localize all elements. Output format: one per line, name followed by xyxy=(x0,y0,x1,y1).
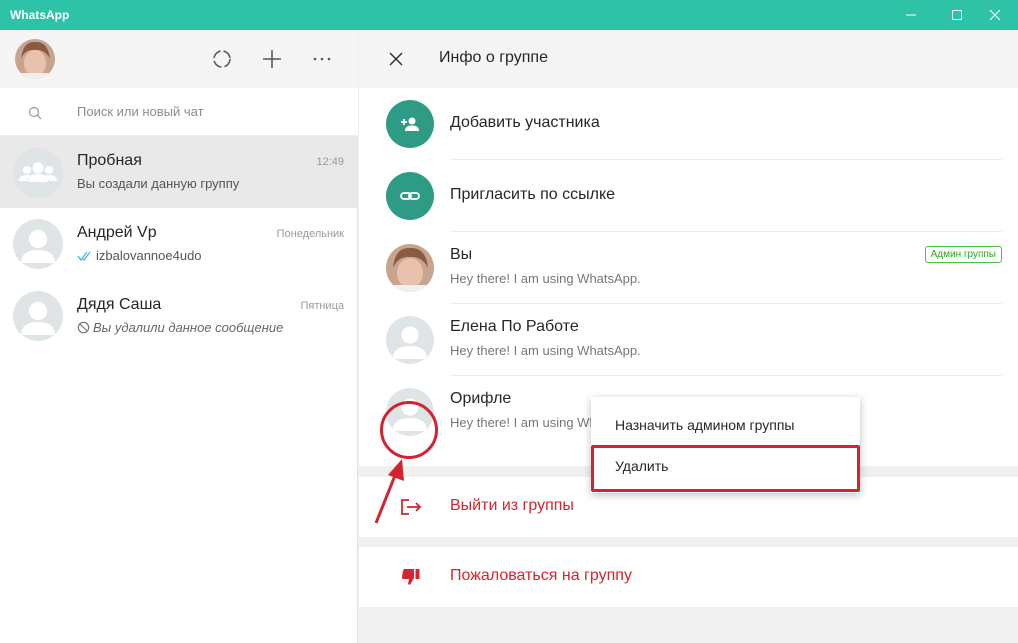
minimize-button[interactable] xyxy=(888,0,934,30)
add-person-icon-circle xyxy=(386,100,434,148)
search-icon xyxy=(28,106,42,120)
member-avatar xyxy=(386,316,434,364)
status-icon xyxy=(213,50,231,68)
close-info-button[interactable] xyxy=(381,44,411,74)
close-window-icon xyxy=(989,9,1001,21)
contact-avatar xyxy=(13,291,63,341)
menu-button[interactable] xyxy=(307,44,337,74)
invite-link-button[interactable]: Пригласить по ссылке xyxy=(359,160,1018,232)
group-info-header: Инфо о группе xyxy=(359,30,1018,88)
thumbs-down-icon xyxy=(402,569,420,585)
chat-name: Дядя Саша xyxy=(77,296,162,313)
member-name: Вы xyxy=(450,246,473,263)
chat-last-message-text: Вы создали данную группу xyxy=(77,176,240,191)
profile-photo-icon xyxy=(15,39,55,79)
member-avatar xyxy=(386,244,434,292)
group-avatar xyxy=(13,148,63,198)
window-title: WhatsApp xyxy=(10,8,70,22)
chat-name: Пробная xyxy=(77,152,142,169)
make-admin-menu-item[interactable]: Назначить админом группы xyxy=(591,405,860,445)
window-titlebar: WhatsApp xyxy=(0,0,1018,30)
chat-last-message: Вы удалили данное сообщение xyxy=(77,320,283,335)
contact-avatar xyxy=(13,219,63,269)
annotation-highlight-box xyxy=(591,445,860,492)
report-group-button[interactable]: Пожаловаться на группу xyxy=(359,547,1018,607)
my-avatar[interactable] xyxy=(15,39,55,79)
report-icon-wrapper xyxy=(399,565,423,589)
group-info-title: Инфо о группе xyxy=(439,49,548,66)
chat-time: Пятница xyxy=(300,300,344,312)
close-icon xyxy=(389,52,403,66)
add-participant-label: Добавить участника xyxy=(450,114,600,131)
member-name: Елена По Работе xyxy=(450,318,579,335)
report-group-label: Пожаловаться на группу xyxy=(450,567,632,584)
chat-time: 12:49 xyxy=(316,156,344,168)
chat-last-message-text: Вы удалили данное сообщение xyxy=(93,320,284,335)
chat-name: Андрей Vp xyxy=(77,224,157,241)
chat-time: Понедельник xyxy=(276,228,344,240)
more-icon xyxy=(313,57,331,61)
double-check-icon xyxy=(77,251,91,261)
chat-last-message: Вы создали данную группу xyxy=(77,176,239,191)
annotation-arrow-icon xyxy=(374,459,404,524)
minimize-icon xyxy=(906,14,916,16)
member-name: Орифле xyxy=(450,390,512,407)
chat-item-andrey[interactable]: Андрей Vp Понедельник izbalovannoe4udo xyxy=(0,208,358,280)
exit-group-label: Выйти из группы xyxy=(450,497,574,514)
invite-link-label: Пригласить по ссылке xyxy=(450,186,616,203)
link-icon-circle xyxy=(386,172,434,220)
member-status: Hey there! I am using WhatsApp. xyxy=(450,271,641,286)
close-window-button[interactable] xyxy=(972,0,1018,30)
chat-list-header xyxy=(0,30,358,88)
group-icon xyxy=(19,162,57,182)
deleted-icon xyxy=(77,321,90,334)
profile-photo-icon xyxy=(386,244,434,292)
search-input[interactable]: Поиск или новый чат xyxy=(77,104,204,119)
chat-last-message-text: izbalovannoe4udo xyxy=(96,248,202,263)
chat-last-message: izbalovannoe4udo xyxy=(77,248,202,263)
add-participant-button[interactable]: Добавить участника xyxy=(359,88,1018,160)
new-chat-button[interactable] xyxy=(257,44,287,74)
member-row-you[interactable]: Вы Hey there! I am using WhatsApp. Админ… xyxy=(359,232,1018,304)
status-button[interactable] xyxy=(207,44,237,74)
chat-item-dyadya-sasha[interactable]: Дядя Саша Пятница Вы удалили данное сооб… xyxy=(0,280,358,352)
chat-item-probnaya[interactable]: Пробная 12:49 Вы создали данную группу xyxy=(0,136,358,208)
member-status: Hey there! I am using WhatsApp. xyxy=(450,343,641,358)
admin-badge: Админ группы xyxy=(924,246,1002,263)
member-row-elena[interactable]: Елена По Работе Hey there! I am using Wh… xyxy=(359,304,1018,376)
add-person-icon xyxy=(401,117,419,131)
default-user-icon xyxy=(21,302,55,335)
plus-icon xyxy=(263,50,281,68)
default-user-icon xyxy=(21,230,55,263)
default-user-icon xyxy=(393,326,427,359)
maximize-icon xyxy=(952,10,962,20)
link-icon xyxy=(400,192,420,200)
annotation-circle xyxy=(380,401,438,459)
chat-list-panel: Поиск или новый чат Пробная 12:49 Вы соз… xyxy=(0,30,358,643)
search-bar[interactable]: Поиск или новый чат xyxy=(0,88,358,136)
group-info-panel: Инфо о группе Добавить участника Приглас… xyxy=(359,30,1018,643)
